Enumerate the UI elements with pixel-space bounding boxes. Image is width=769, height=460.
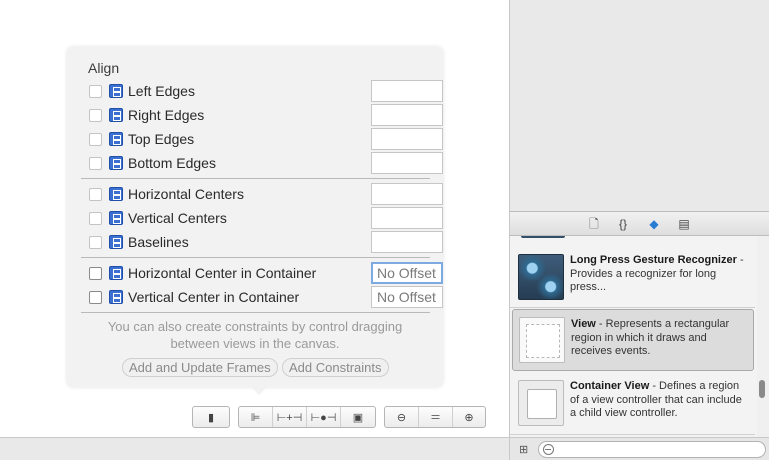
list-item-text: Long Press Gesture Recognizer - Provides… bbox=[570, 254, 748, 295]
left-edges-checkbox[interactable] bbox=[89, 85, 102, 98]
align-row-horizontal-centers: Horizontal Centers bbox=[88, 183, 443, 206]
horizontal-center-in-container-checkbox[interactable] bbox=[89, 267, 102, 280]
long-press-gesture-icon bbox=[518, 254, 564, 300]
row-label: Bottom Edges bbox=[128, 155, 216, 171]
row-label: Left Edges bbox=[128, 83, 195, 99]
row-label: Horizontal Center in Container bbox=[128, 265, 317, 281]
bottom-edges-icon bbox=[109, 156, 123, 170]
right-edges-field[interactable] bbox=[371, 104, 443, 126]
row-label: Right Edges bbox=[128, 107, 205, 123]
bottom-edges-checkbox[interactable] bbox=[89, 157, 102, 170]
row-label: Horizontal Centers bbox=[128, 186, 244, 202]
top-edges-icon bbox=[109, 132, 123, 146]
bottom-edges-field[interactable] bbox=[371, 152, 443, 174]
pin-icon[interactable]: ⊢+⊣ bbox=[273, 407, 307, 427]
object-library-icon[interactable]: ◆ bbox=[646, 216, 662, 232]
horizontal-centers-field[interactable] bbox=[371, 183, 443, 205]
align-icon[interactable]: ⊫ bbox=[239, 407, 273, 427]
code-snippet-icon[interactable]: {} bbox=[615, 216, 631, 232]
phone-icon[interactable]: ▮ bbox=[193, 407, 229, 427]
library-footer: ⊞ bbox=[509, 437, 769, 460]
align-row-vertical-center-in-container: Vertical Center in Container No Offset bbox=[88, 286, 443, 309]
vertical-center-in-container-icon bbox=[109, 290, 123, 304]
constraints-hint: You can also create constraints by contr… bbox=[107, 319, 403, 351]
library-scrollbar[interactable] bbox=[757, 236, 769, 437]
add-and-update-frames-button[interactable]: Add and Update Frames bbox=[122, 358, 278, 377]
vertical-centers-field[interactable] bbox=[371, 207, 443, 229]
row-label: Vertical Centers bbox=[128, 210, 227, 226]
zoom-actual-icon[interactable]: ＝ bbox=[419, 407, 453, 427]
horizontal-centers-icon bbox=[109, 187, 123, 201]
baselines-icon bbox=[109, 235, 123, 249]
baselines-field[interactable] bbox=[371, 231, 443, 253]
row-label: Top Edges bbox=[128, 131, 195, 147]
horizontal-centers-checkbox[interactable] bbox=[89, 188, 102, 201]
right-edges-icon bbox=[109, 108, 123, 122]
vertical-centers-icon bbox=[109, 211, 123, 225]
horizontal-center-offset-field[interactable]: No Offset bbox=[371, 262, 443, 284]
divider bbox=[510, 434, 755, 435]
divider bbox=[81, 178, 430, 179]
item-name: Container View bbox=[570, 380, 650, 392]
resizing-behavior-icon[interactable]: ▣ bbox=[341, 407, 375, 427]
divider bbox=[81, 312, 430, 313]
media-library-icon[interactable]: ▤ bbox=[676, 216, 692, 232]
row-label: Baselines bbox=[128, 234, 189, 250]
align-popover: Align Left Edges Right Edges Top Edges B… bbox=[67, 47, 443, 387]
resolve-issues-icon[interactable]: ⊢●⊣ bbox=[307, 407, 341, 427]
align-row-horizontal-center-in-container: Horizontal Center in Container No Offset bbox=[88, 262, 443, 285]
filter-icon bbox=[543, 444, 554, 455]
popover-title: Align bbox=[88, 60, 120, 76]
align-row-top-edges: Top Edges bbox=[88, 128, 443, 151]
zoom-group: ⊖ ＝ ⊕ bbox=[384, 406, 486, 428]
popover-arrow bbox=[250, 386, 268, 395]
divider bbox=[510, 307, 755, 308]
vertical-center-in-container-checkbox[interactable] bbox=[89, 291, 102, 304]
autolayout-group: ⊫ ⊢+⊣ ⊢●⊣ ▣ bbox=[238, 406, 376, 428]
vertical-centers-checkbox[interactable] bbox=[89, 212, 102, 225]
align-row-vertical-centers: Vertical Centers bbox=[88, 207, 443, 230]
zoom-in-icon[interactable]: ⊕ bbox=[453, 407, 485, 427]
right-edges-checkbox[interactable] bbox=[89, 109, 102, 122]
simulated-metrics-group: ▮ bbox=[192, 406, 230, 428]
vertical-center-offset-field[interactable]: No Offset bbox=[371, 286, 443, 308]
row-label: Vertical Center in Container bbox=[128, 289, 300, 305]
list-item[interactable]: Container View - Defines a region of a v… bbox=[510, 371, 755, 433]
horizontal-center-in-container-icon bbox=[109, 266, 123, 280]
align-row-left-edges: Left Edges bbox=[88, 80, 443, 103]
list-item-text: View - Represents a rectangular region i… bbox=[571, 318, 749, 359]
zoom-out-icon[interactable]: ⊖ bbox=[385, 407, 419, 427]
align-row-right-edges: Right Edges bbox=[88, 104, 443, 127]
list-item[interactable]: View - Represents a rectangular region i… bbox=[512, 309, 754, 371]
library-tab-bar: 🗋 {} ◆ ▤ bbox=[509, 211, 769, 236]
list-item-text: Container View - Defines a region of a v… bbox=[570, 380, 748, 421]
left-edges-field[interactable] bbox=[371, 80, 443, 102]
left-edges-icon bbox=[109, 84, 123, 98]
top-edges-checkbox[interactable] bbox=[89, 133, 102, 146]
divider bbox=[81, 257, 430, 258]
view-icon bbox=[519, 317, 565, 363]
align-row-bottom-edges: Bottom Edges bbox=[88, 152, 443, 175]
align-row-baselines: Baselines bbox=[88, 231, 443, 254]
baselines-checkbox[interactable] bbox=[89, 236, 102, 249]
list-item[interactable]: Long Press Gesture Recognizer - Provides… bbox=[510, 245, 755, 307]
previous-item-thumbnail bbox=[521, 236, 565, 238]
library-scrollbar-thumb[interactable] bbox=[759, 380, 765, 398]
grid-view-icon[interactable]: ⊞ bbox=[519, 445, 530, 456]
file-template-icon[interactable]: 🗋 bbox=[586, 216, 602, 232]
item-name: Long Press Gesture Recognizer bbox=[570, 254, 737, 266]
object-library-list: Long Press Gesture Recognizer - Provides… bbox=[509, 236, 769, 437]
canvas-bottom-bar bbox=[0, 437, 509, 460]
add-constraints-button[interactable]: Add Constraints bbox=[282, 358, 389, 377]
inspector-area bbox=[509, 0, 769, 211]
item-name: View bbox=[571, 318, 596, 330]
container-view-icon bbox=[518, 380, 564, 426]
top-edges-field[interactable] bbox=[371, 128, 443, 150]
library-filter-input[interactable] bbox=[538, 441, 766, 458]
